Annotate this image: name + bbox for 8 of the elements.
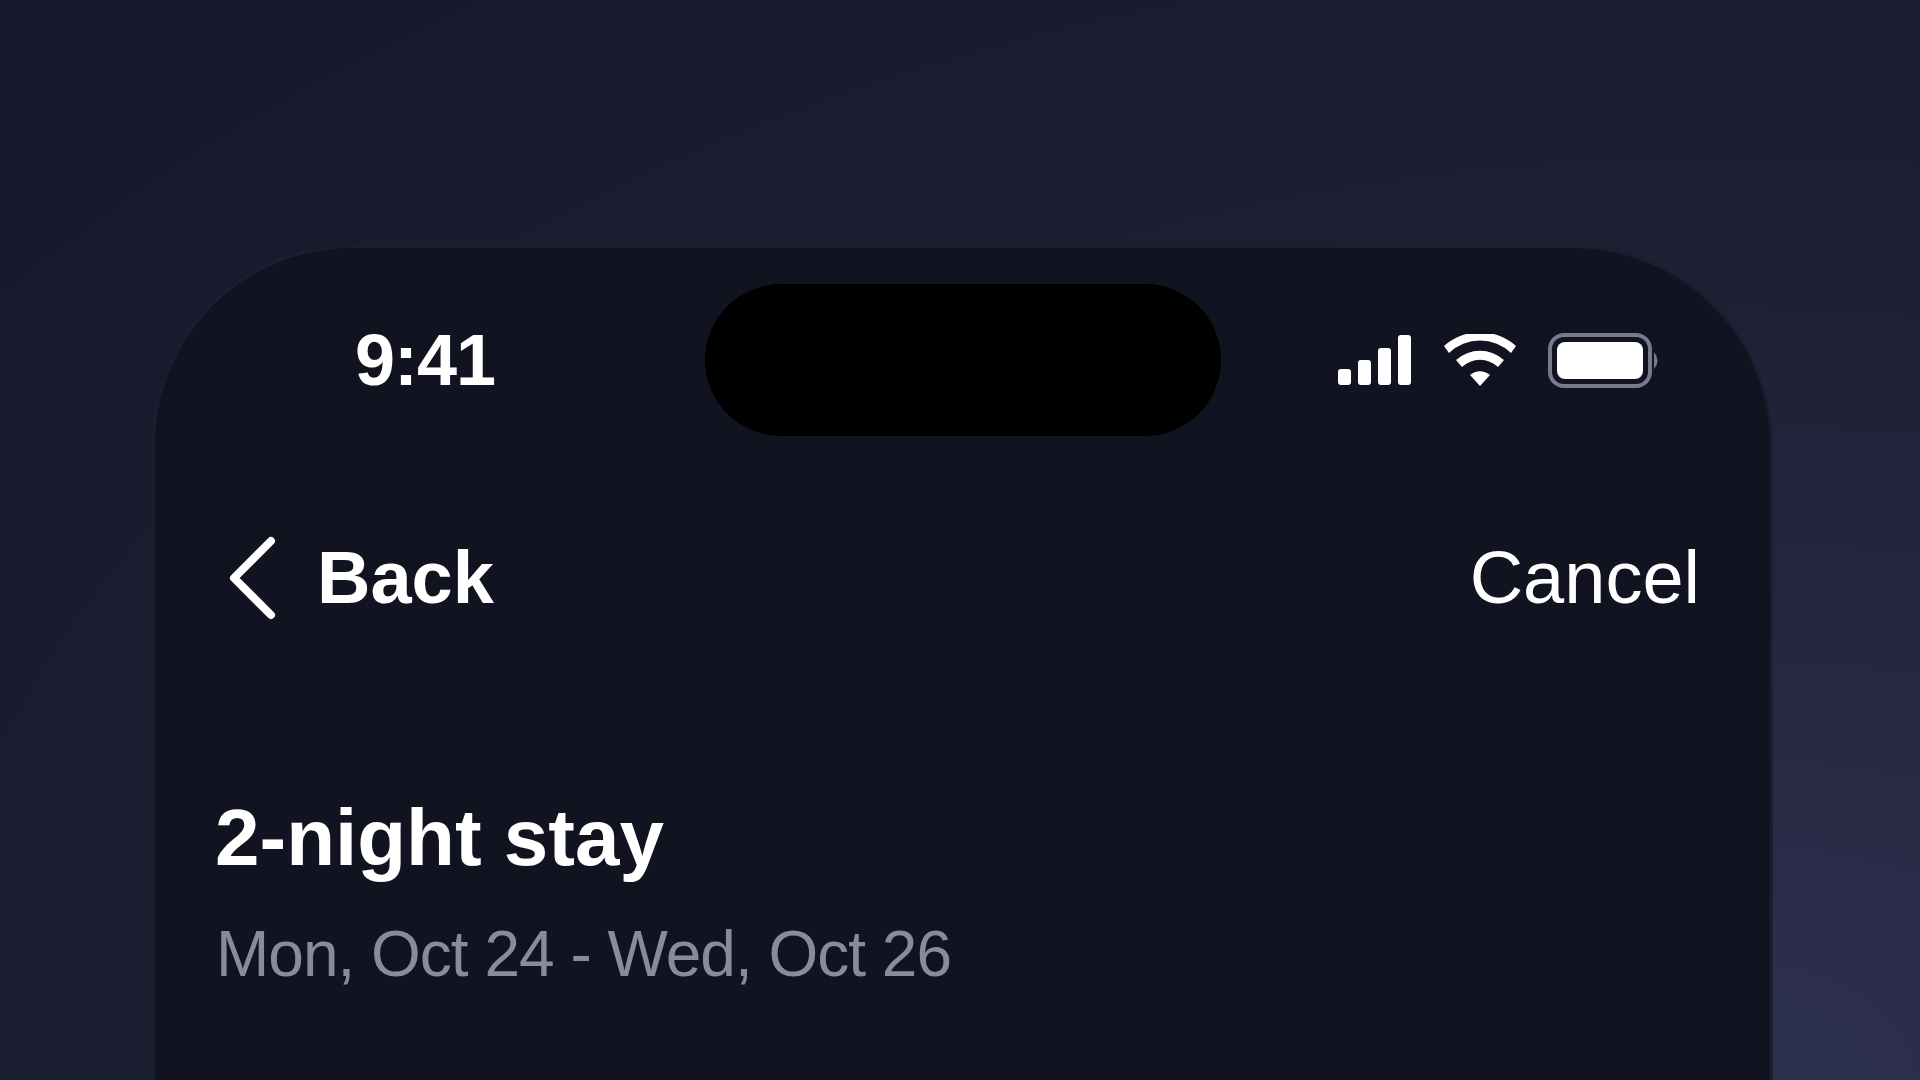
signal-icon — [1338, 335, 1412, 385]
chevron-left-icon — [227, 535, 277, 620]
status-time: 9:41 — [354, 319, 497, 401]
wifi-icon — [1444, 334, 1516, 386]
cancel-button[interactable]: Cancel — [1469, 535, 1700, 620]
back-button[interactable]: Back — [227, 535, 494, 620]
stay-title: 2-night stay — [215, 792, 665, 884]
stay-dates: Mon, Oct 24 - Wed, Oct 26 — [216, 917, 952, 992]
